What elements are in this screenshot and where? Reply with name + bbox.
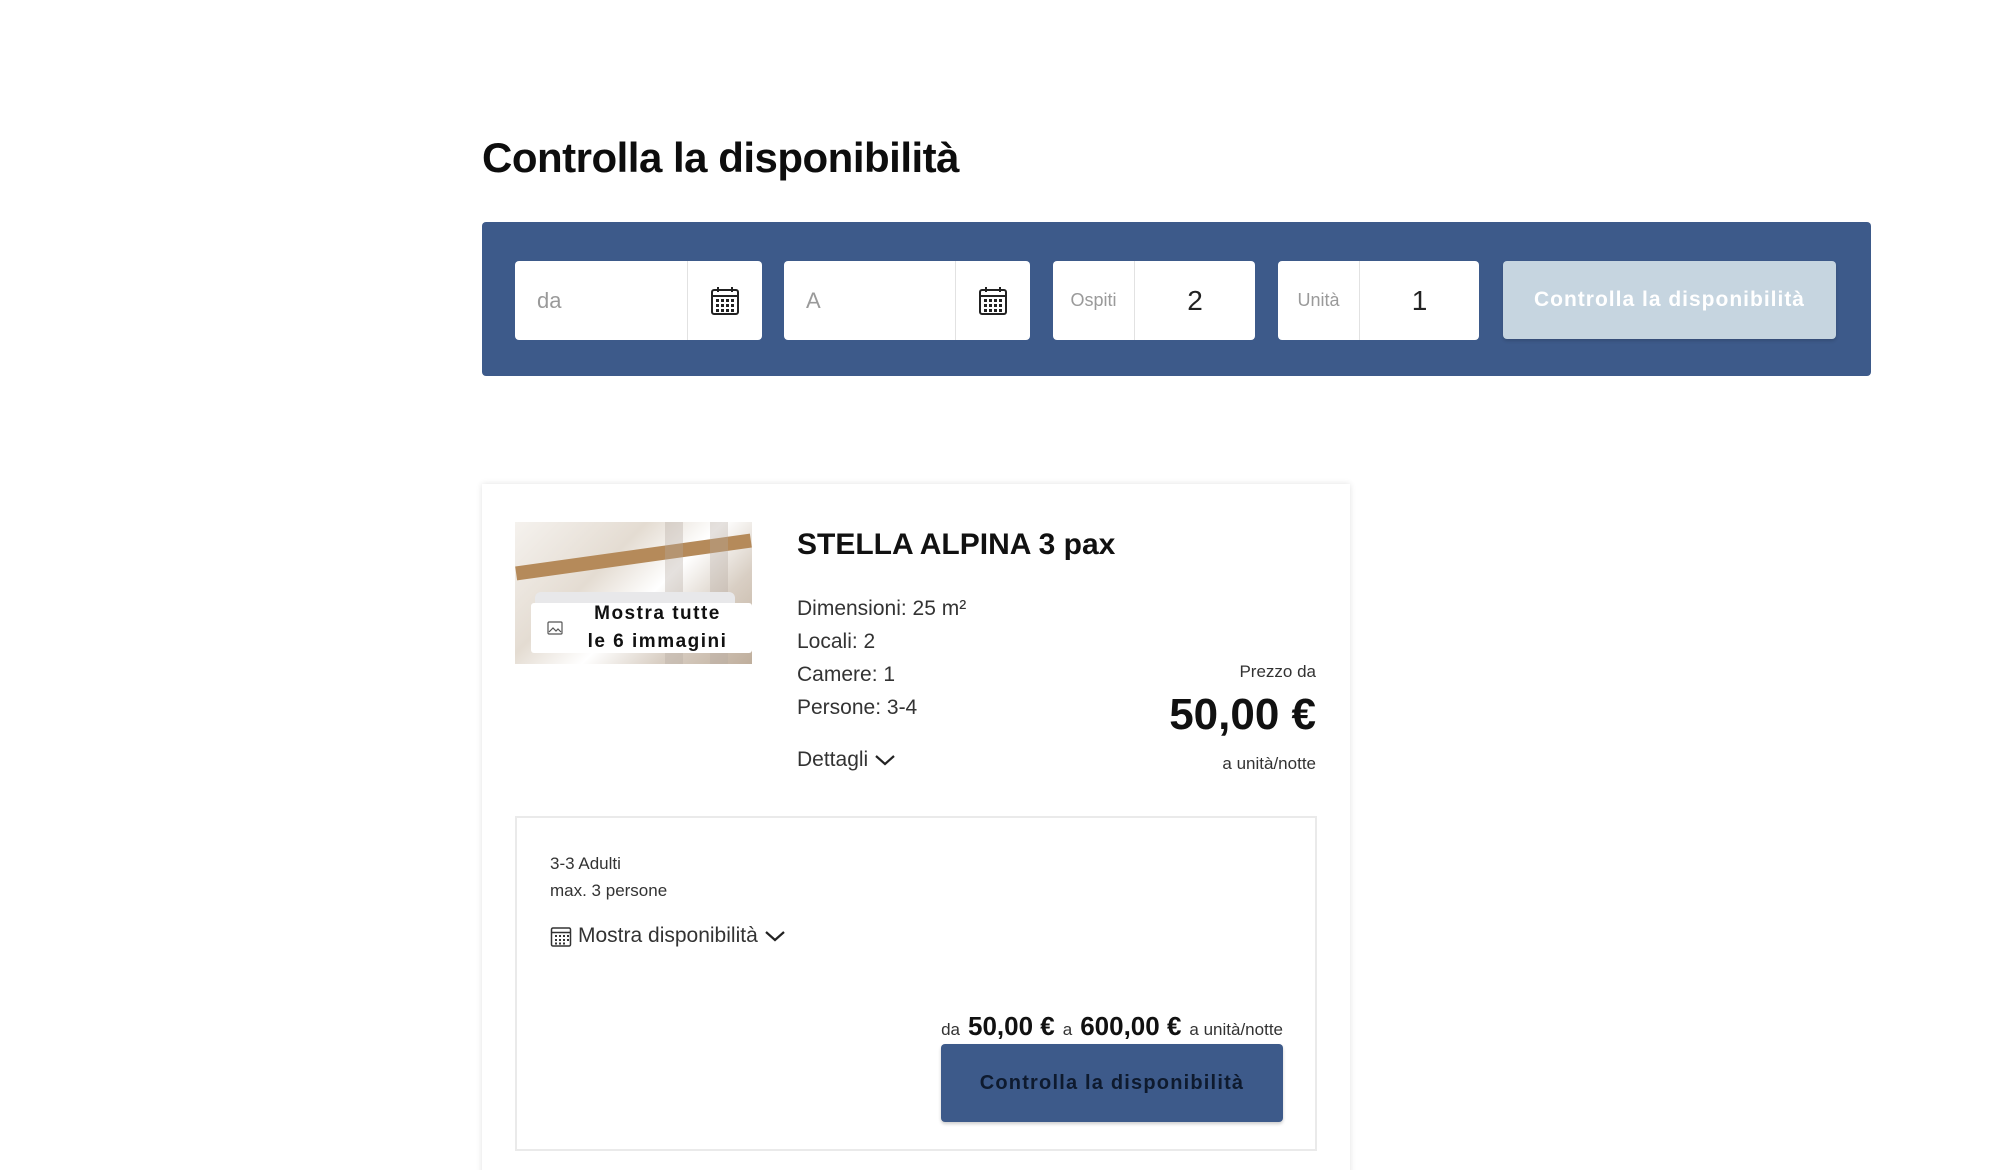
spec-size: Dimensioni: 25 m² [797,597,967,620]
units-label: Unità [1278,261,1360,340]
show-all-images-label[interactable]: Mostra tutte le 6 immagini [563,600,752,656]
date-to-placeholder[interactable]: A [784,288,955,314]
listing-title: STELLA ALPINA 3 pax [797,528,1116,561]
availability-search-bar: da A Ospiti 2 Unità 1 Controlla la dispo… [482,222,1871,376]
date-from-placeholder[interactable]: da [515,288,687,314]
price-range-to: 600,00 € [1080,1011,1182,1041]
rate-check-availability-button[interactable]: Controlla la disponibilità [941,1044,1283,1122]
price-range: da 50,00 € a 600,00 € a unità/notte [941,1011,1283,1042]
check-availability-button[interactable]: Controlla la disponibilità [1503,261,1836,339]
calendar-icon[interactable] [687,261,762,340]
occupancy-info: 3-3 Adulti max. 3 persone [550,850,667,904]
price-value: 50,00 € [1169,690,1316,739]
units-field[interactable]: Unità 1 [1278,261,1479,340]
listing-card: Mostra tutte le 6 immagini STELLA ALPINA… [482,484,1350,1170]
rate-box: 3-3 Adulti max. 3 persone Mostra disponi… [515,816,1317,1151]
date-from-field[interactable]: da [515,261,762,340]
listing-thumbnail[interactable]: Mostra tutte le 6 immagini [515,522,752,664]
details-label[interactable]: Dettagli [797,748,868,772]
show-availability-toggle[interactable]: Mostra disponibilità [550,924,786,948]
price-unit: a unità/notte [1222,754,1316,773]
calendar-icon[interactable] [550,925,572,947]
price-range-unit: a unità/notte [1189,1020,1283,1039]
spec-rooms: Locali: 2 [797,630,876,653]
guests-label: Ospiti [1053,261,1135,340]
price-range-from-label: da [941,1020,960,1039]
price-range-from: 50,00 € [967,1011,1055,1041]
show-all-images-button[interactable]: Mostra tutte le 6 immagini [531,603,752,653]
guests-value[interactable]: 2 [1135,285,1255,317]
page: Controlla la disponibilità da A Ospiti 2… [0,0,2004,1170]
spec-persons: Persone: 3-4 [797,696,918,719]
chevron-down-icon[interactable] [874,753,896,767]
spec-bedrooms: Camere: 1 [797,663,896,686]
details-toggle[interactable]: Dettagli [797,748,896,772]
price-range-to-label: a [1062,1020,1073,1039]
occupancy-max: max. 3 persone [550,881,668,900]
image-icon [547,621,563,635]
units-value[interactable]: 1 [1360,285,1479,317]
page-title: Controlla la disponibilità [482,134,960,181]
chevron-down-icon[interactable] [764,929,786,943]
occupancy-adults: 3-3 Adulti [550,854,621,873]
guests-field[interactable]: Ospiti 2 [1053,261,1255,340]
show-availability-label[interactable]: Mostra disponibilità [578,924,758,948]
calendar-icon[interactable] [955,261,1030,340]
listing-specs: Dimensioni: 25 m² Locali: 2 Camere: 1 Pe… [797,592,966,724]
date-to-field[interactable]: A [784,261,1030,340]
price-from-label: Prezzo da [1239,662,1316,681]
